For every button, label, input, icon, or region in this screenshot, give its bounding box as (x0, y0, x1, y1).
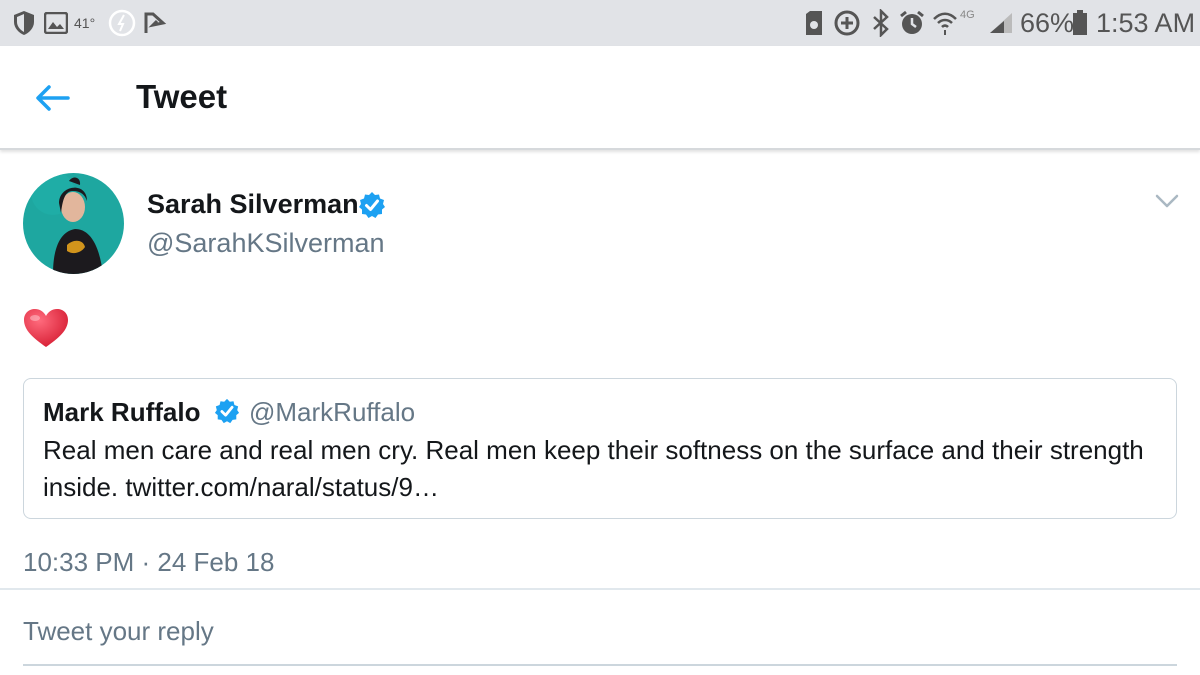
page-title: Tweet (136, 78, 228, 115)
signal-icon (988, 0, 1014, 46)
shield-icon (12, 0, 36, 46)
red-heart-emoji (24, 309, 68, 347)
arrow-left-icon (36, 85, 70, 111)
alarm-icon (898, 0, 926, 46)
author-handle[interactable]: @SarahKSilverman (147, 228, 385, 259)
divider (0, 588, 1200, 590)
battery-percent: 66% (1020, 7, 1075, 38)
tweet-timestamp: 10:33 PM · 24 Feb 18 (23, 547, 275, 577)
image-icon (44, 0, 68, 46)
reply-placeholder: Tweet your reply (23, 616, 214, 646)
temperature-text: 41° (74, 15, 96, 31)
bluetooth-icon (870, 0, 892, 46)
sd-card-icon (804, 0, 824, 46)
quoted-tweet-card[interactable]: Mark Ruffalo @MarkRuffalo Real men care … (23, 378, 1177, 519)
tweet-options-button[interactable] (1152, 190, 1182, 212)
app-bar: Tweet (0, 46, 1200, 150)
verified-badge-icon (214, 398, 240, 424)
reply-underline (23, 664, 1177, 666)
data-saver-icon (833, 0, 861, 46)
quoted-tweet-text: Real men care and real men cry. Real men… (43, 435, 1144, 502)
quoted-author-name: Mark Ruffalo (43, 397, 201, 427)
wifi-icon (932, 0, 958, 46)
chevron-down-icon (1155, 194, 1179, 208)
clock-time: 1:53 AM (1096, 7, 1196, 38)
verified-badge-icon (359, 192, 385, 218)
back-button[interactable] (30, 76, 74, 120)
pause-circle-icon (108, 0, 136, 46)
quoted-author-handle: @MarkRuffalo (249, 397, 416, 427)
network-4g-icon: 4G (960, 9, 975, 21)
author-name[interactable]: Sarah Silverman (147, 189, 359, 220)
status-bar: 41° 4G 66% 1:53 AM (0, 0, 1200, 46)
check-flag-icon (143, 0, 167, 46)
avatar[interactable] (23, 173, 124, 274)
reply-input[interactable]: Tweet your reply (23, 604, 1177, 666)
battery-icon (1072, 0, 1088, 46)
